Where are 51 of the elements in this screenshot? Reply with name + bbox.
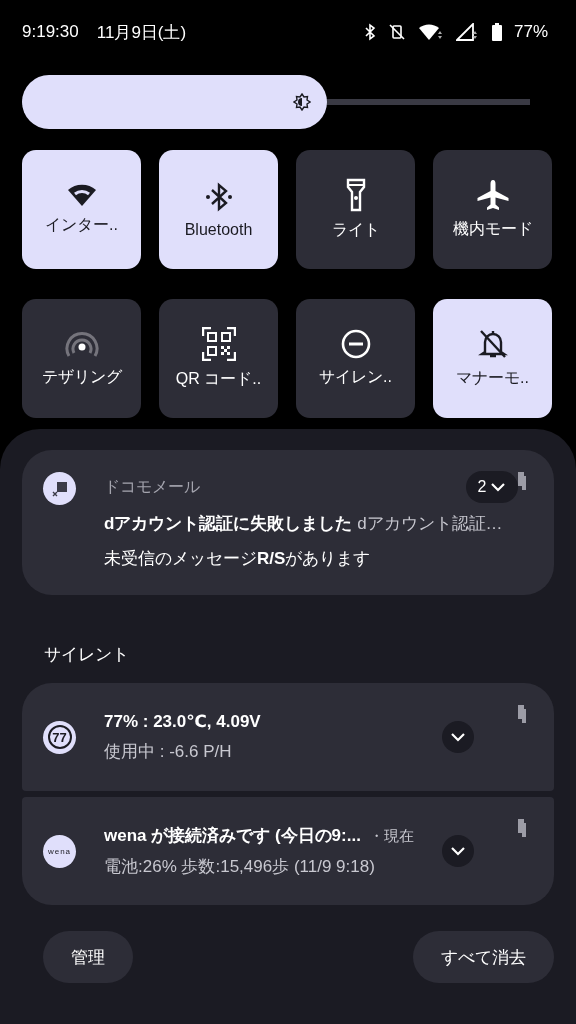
section-header: サイレント — [44, 644, 130, 666]
bluetooth-icon — [203, 180, 234, 213]
notification-message: 使用中 : -6.6 P/H — [104, 741, 233, 763]
quick-tile[interactable]: Bluetooth — [159, 150, 278, 269]
notification-title: 77% : 23.0℃, 4.09V — [104, 712, 261, 731]
expand-button[interactable]: 2 — [466, 471, 518, 503]
do-not-disturb-icon — [340, 329, 371, 359]
wifi-icon — [417, 23, 444, 41]
notification-preview: dアカウント認証… — [357, 514, 503, 533]
quick-tile[interactable]: インター.. — [22, 150, 141, 269]
expand-button[interactable] — [442, 835, 474, 867]
app-icon — [43, 472, 76, 505]
chevron-down-icon — [450, 732, 466, 742]
clear-all-button[interactable]: すべて消去 — [413, 931, 554, 983]
bluetooth-icon — [363, 23, 376, 41]
quick-tile[interactable]: マナーモ.. — [433, 299, 552, 418]
quick-tile[interactable]: サイレン.. — [296, 299, 415, 418]
app-icon: 77 — [43, 720, 76, 754]
quick-tile[interactable]: ライト — [296, 150, 415, 269]
battery-icon — [491, 23, 502, 41]
app-name: ドコモメール — [104, 476, 201, 497]
chevron-down-icon — [490, 482, 507, 492]
notification-card[interactable]: wena wena が接続済みです (今日の9:... ・現在 電池:26% 歩数:15,496歩 (11/9 9:18) — [22, 797, 554, 905]
date: 11月9日(土) — [96, 21, 187, 44]
chevron-down-icon — [450, 846, 466, 856]
manage-button[interactable]: 管理 — [43, 931, 133, 983]
signal-icon — [455, 23, 480, 41]
clock: 9:19:30 — [22, 22, 79, 42]
notification-message: 電池:26% 歩数:15,496歩 (11/9 9:18) — [104, 856, 376, 878]
flashlight-icon — [345, 178, 366, 212]
battery-percent: 77% — [513, 22, 548, 42]
notification-title: dアカウント認証に失敗しました — [104, 514, 353, 533]
wifi-icon — [66, 183, 97, 207]
quick-tile[interactable]: 機内モード — [433, 150, 552, 269]
expand-button[interactable] — [442, 721, 474, 753]
brightness-fill[interactable] — [22, 75, 327, 129]
qr-code-icon — [201, 327, 236, 361]
brightness-slider[interactable] — [22, 75, 530, 129]
quick-tile[interactable]: テザリング — [22, 299, 141, 418]
notification-message: 未受信のメッセージR/Sがあります — [104, 548, 372, 570]
notification-time: ・現在 — [368, 827, 414, 844]
hotspot-icon — [63, 329, 100, 359]
notification-title: wena が接続済みです (今日の9:... — [104, 826, 361, 845]
vibrate-off-icon — [387, 23, 406, 41]
airplane-icon — [475, 179, 510, 211]
app-icon: wena — [43, 834, 76, 868]
brightness-icon — [292, 93, 311, 111]
notification-card[interactable]: ドコモメール 2 dアカウント認証に失敗しました dアカウント認証… 未受信のメッセージR/Sがあります — [22, 450, 554, 595]
bell-off-icon — [477, 328, 508, 360]
notification-card[interactable]: 77 77% : 23.0℃, 4.09V 使用中 : -6.6 P/H — [22, 683, 554, 791]
quick-tile[interactable]: QR コード.. — [159, 299, 278, 418]
